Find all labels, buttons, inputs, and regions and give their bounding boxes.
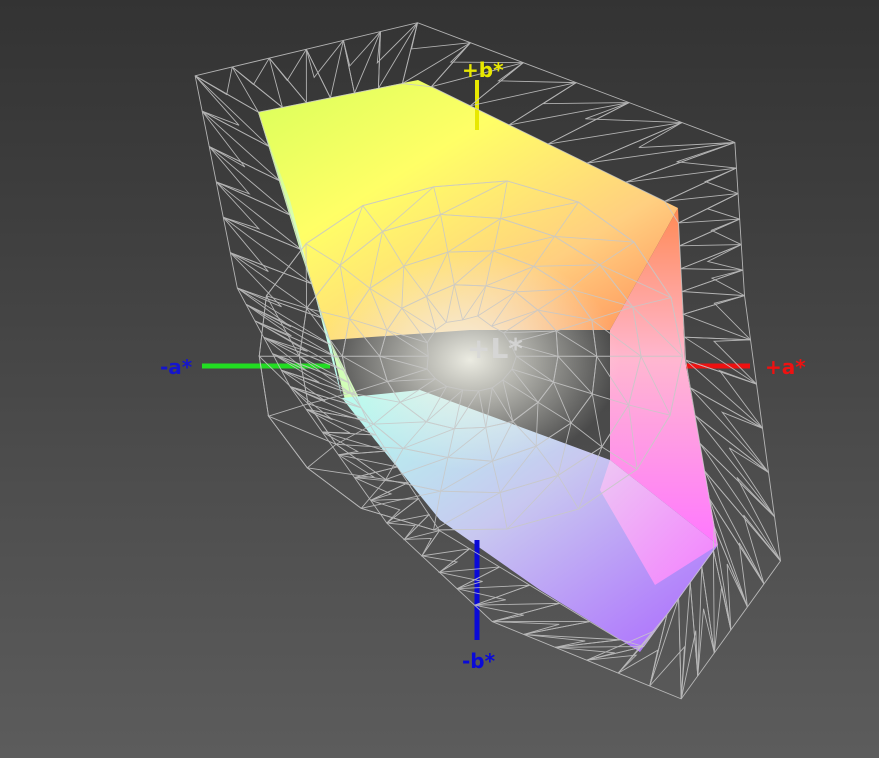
gamut-3d-view[interactable]: +b* -b* +a* -a* +L*	[0, 0, 879, 758]
wireframe-edge	[708, 498, 765, 608]
minus-b-label: -b*	[462, 649, 496, 673]
wireframe-edge	[706, 193, 740, 220]
wireframe-edge	[492, 621, 560, 635]
wireframe-edge	[421, 555, 459, 573]
wireframe-edge	[245, 304, 292, 337]
plus-a-label: +a*	[765, 355, 806, 379]
wireframe-edge	[712, 339, 757, 385]
wireframe-edge	[706, 244, 744, 271]
plus-l-label: +L*	[467, 332, 523, 365]
wireframe-edge	[585, 102, 682, 123]
wireframe-edge	[370, 499, 401, 524]
wireframe-edge	[342, 31, 381, 67]
wireframe-edge	[678, 193, 740, 247]
wireframe-edge	[410, 22, 471, 50]
wireframe-triangle	[306, 467, 387, 509]
wireframe-edge	[305, 40, 355, 100]
wireframe-edge	[215, 181, 261, 230]
plus-b-label: +b*	[462, 58, 504, 82]
wireframe-edge	[194, 66, 284, 114]
wireframe-edge	[681, 269, 745, 315]
wireframe-edge	[194, 75, 240, 126]
wireframe-edge	[678, 582, 699, 699]
wireframe-edge	[474, 604, 524, 623]
minus-a-label: -a*	[160, 355, 193, 379]
wireframe-edge	[420, 529, 472, 573]
wireframe-edge	[404, 537, 433, 557]
wireframe-edge	[710, 218, 742, 245]
wireframe-edge	[679, 218, 742, 270]
wireframe-edge	[402, 513, 441, 557]
wireframe-edge	[682, 336, 757, 385]
wireframe-edge	[229, 252, 282, 308]
wireframe-edge	[386, 498, 431, 540]
wireframe-edge	[354, 466, 410, 501]
wireframe-edge	[237, 287, 292, 328]
wireframe-triangle	[267, 415, 337, 469]
wireframe-edge	[710, 269, 745, 297]
wireframe-edge	[208, 146, 251, 195]
wireframe-edge	[713, 585, 732, 653]
wireframe-edge	[736, 477, 781, 562]
wireframe-edge	[547, 102, 683, 164]
wireframe-edge	[541, 82, 630, 105]
wireframe-edge	[386, 522, 416, 540]
wireframe-edge	[305, 40, 344, 79]
wireframe-edge	[231, 57, 308, 109]
wireframe-edge	[586, 122, 735, 183]
wireframe-edge	[268, 49, 332, 104]
wireframe-edge	[649, 645, 685, 699]
